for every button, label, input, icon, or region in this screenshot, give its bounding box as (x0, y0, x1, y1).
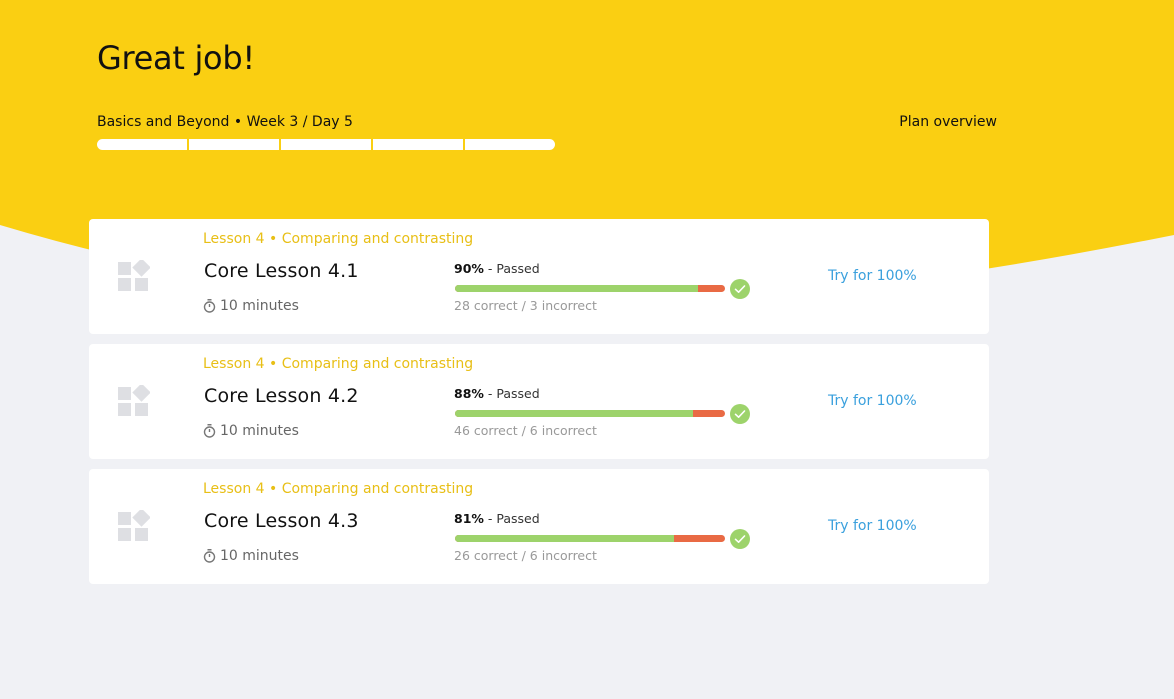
score-bar-correct (455, 410, 693, 417)
lesson-card: Lesson 4 • Comparing and contrasting Cor… (89, 219, 989, 334)
try-for-100-link[interactable]: Try for 100% (828, 517, 917, 535)
check-icon (730, 404, 750, 424)
score-bar (455, 285, 725, 292)
lesson-meta: Lesson 4 • Comparing and contrasting (203, 356, 474, 372)
lesson-title: Core Lesson 4.2 (204, 385, 359, 407)
duration-label: 10 minutes (220, 548, 299, 564)
score-status: - Passed (483, 511, 540, 526)
lesson-meta: Lesson 4 • Comparing and contrasting (203, 481, 474, 497)
score-percent: 88% (454, 386, 484, 401)
progress-segment (97, 139, 187, 150)
lesson-duration: 10 minutes (203, 547, 299, 565)
score-bar-correct (455, 285, 698, 292)
lesson-blocks-icon (118, 385, 150, 416)
plan-breadcrumb: Basics and Beyond • Week 3 / Day 5 (97, 114, 353, 130)
answer-counts: 28 correct / 3 incorrect (454, 298, 597, 313)
lesson-results-list: Lesson 4 • Comparing and contrasting Cor… (89, 219, 989, 594)
try-for-100-link[interactable]: Try for 100% (828, 392, 917, 410)
progress-segment (189, 139, 279, 150)
score-line: 88% - Passed (454, 386, 540, 402)
score-line: 81% - Passed (454, 511, 540, 527)
lesson-meta: Lesson 4 • Comparing and contrasting (203, 231, 474, 247)
lesson-card: Lesson 4 • Comparing and contrasting Cor… (89, 344, 989, 459)
lesson-blocks-icon (118, 260, 150, 291)
timer-icon (203, 424, 216, 438)
score-bar (455, 535, 725, 542)
score-bar-correct (455, 535, 674, 542)
score-status: - Passed (483, 386, 540, 401)
lesson-title: Core Lesson 4.3 (204, 510, 359, 532)
check-icon (730, 529, 750, 549)
progress-segment (281, 139, 371, 150)
duration-label: 10 minutes (220, 298, 299, 314)
timer-icon (203, 549, 216, 563)
day-progress-segments (97, 139, 555, 150)
timer-icon (203, 299, 216, 313)
progress-segment (373, 139, 463, 150)
duration-label: 10 minutes (220, 423, 299, 439)
lesson-duration: 10 minutes (203, 422, 299, 440)
try-for-100-link[interactable]: Try for 100% (828, 267, 917, 285)
lesson-card: Lesson 4 • Comparing and contrasting Cor… (89, 469, 989, 584)
lesson-duration: 10 minutes (203, 297, 299, 315)
answer-counts: 26 correct / 6 incorrect (454, 548, 597, 563)
lesson-title: Core Lesson 4.1 (204, 260, 359, 282)
lesson-blocks-icon (118, 510, 150, 541)
score-status: - Passed (483, 261, 540, 276)
score-bar (455, 410, 725, 417)
check-icon (730, 279, 750, 299)
score-percent: 90% (454, 261, 484, 276)
plan-overview-link[interactable]: Plan overview (899, 112, 997, 132)
progress-segment (465, 139, 555, 150)
page-title: Great job! (97, 39, 255, 77)
answer-counts: 46 correct / 6 incorrect (454, 423, 597, 438)
score-percent: 81% (454, 511, 484, 526)
score-line: 90% - Passed (454, 261, 540, 277)
